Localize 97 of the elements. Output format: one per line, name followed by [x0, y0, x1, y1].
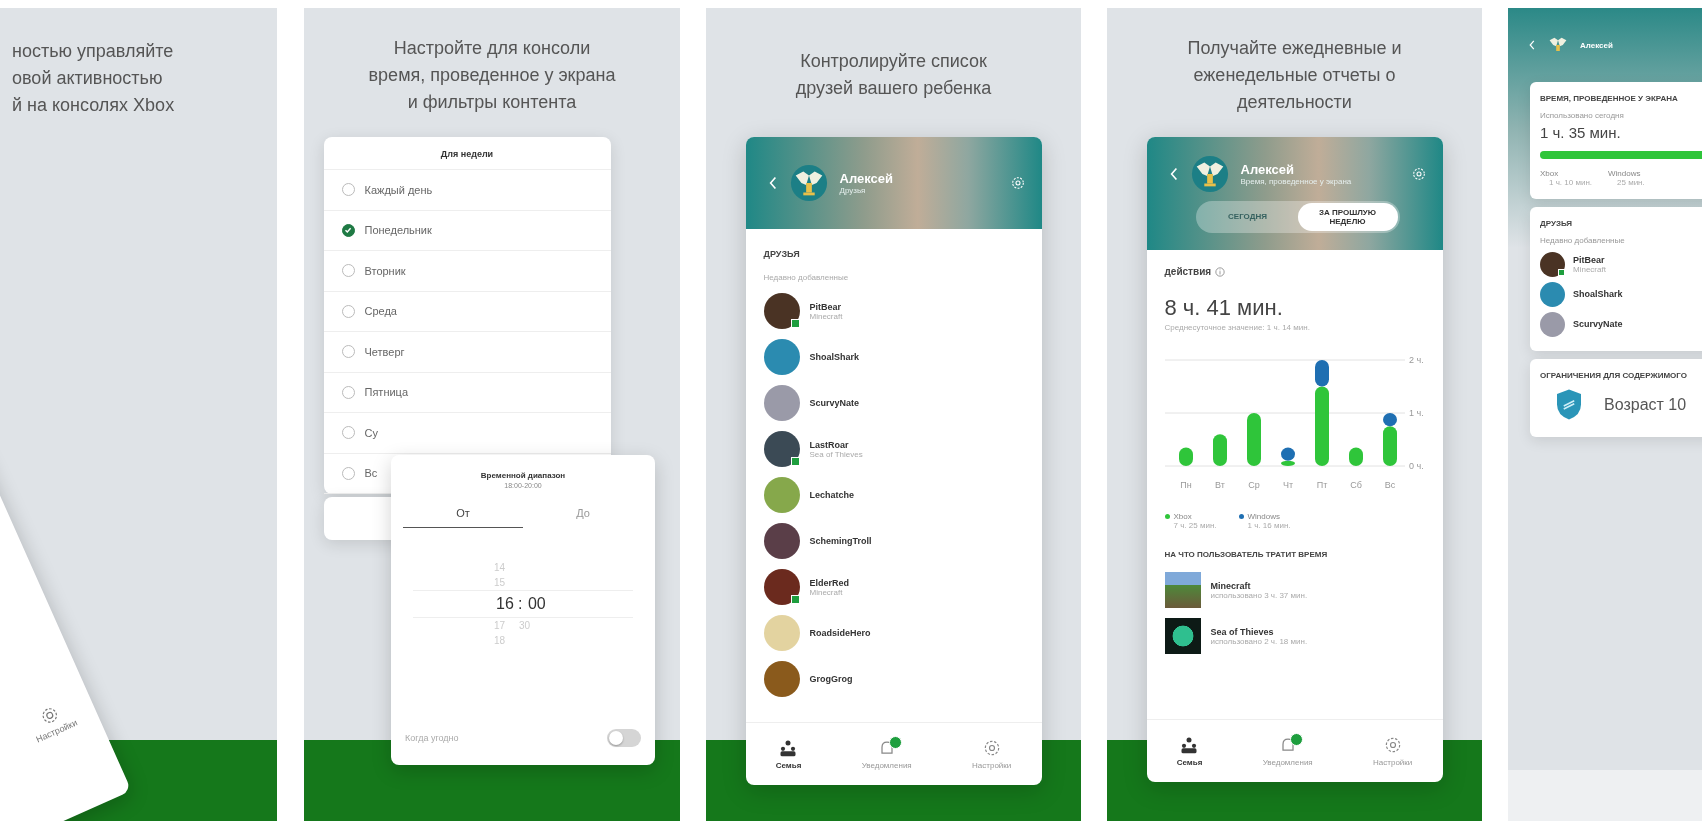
profile-subtitle: Время, проведенное у экрана — [1240, 176, 1353, 186]
friend-item[interactable]: RoadsideHero — [763, 610, 1024, 656]
day-option[interactable]: Четверг — [323, 332, 611, 373]
emblem-icon — [789, 164, 828, 202]
avatar — [1540, 251, 1565, 277]
axis-label: Пт — [1316, 480, 1327, 490]
card-title: ВРЕМЯ, ПРОВЕДЕННОЕ У ЭКРАНА — [1540, 94, 1679, 103]
legend-time: 1 ч. 16 мин. — [1246, 521, 1291, 530]
axis-label: 0 ч. — [1408, 461, 1424, 471]
day-option[interactable]: Вторник — [323, 251, 611, 292]
profile-name: Алексей — [839, 171, 894, 186]
time-used: 1 ч. 35 мин. — [1540, 124, 1622, 141]
avatar — [763, 339, 800, 375]
total-time: 8 ч. 41 мин. — [1164, 295, 1284, 321]
profile-subtitle: Друзья — [839, 186, 867, 195]
axis-label: Сб — [1349, 480, 1362, 490]
friend-item[interactable]: LastRoar Sea of Thieves — [763, 426, 1024, 472]
people-icon — [778, 738, 799, 758]
toggle-label: Когда угодно — [405, 733, 459, 743]
section-subheading: Недавно добавленные — [763, 273, 850, 282]
legend-time: 7 ч. 25 мин. — [1172, 521, 1217, 530]
card-title: ОГРАНИЧЕНИЯ ДЛЯ СОДЕРЖИМОГО — [1540, 371, 1688, 380]
promo-caption: ностью управляйте овой активностью й на консолях Xbox — [11, 40, 175, 117]
emblem-icon — [1190, 154, 1229, 193]
period-tab[interactable]: ЗА ПРОШЛУЮ НЕДЕЛЮ — [1297, 202, 1398, 231]
friend-item[interactable]: SchemingTroll — [763, 518, 1024, 564]
friend-item[interactable]: ScurvyNate — [1540, 309, 1702, 339]
toggle-switch[interactable] — [607, 729, 641, 747]
time-option[interactable]: 16 : 00 — [413, 590, 633, 618]
day-option[interactable]: Среда — [323, 291, 611, 332]
back-icon[interactable] — [767, 175, 778, 191]
game-thumbnail — [1164, 618, 1201, 654]
day-option[interactable]: Су — [323, 413, 611, 454]
back-icon[interactable] — [1168, 165, 1179, 182]
promo-caption: Получайте ежедневные и еженедельные отчеты о деятельности — [1187, 36, 1402, 114]
day-option[interactable]: Понедельник — [323, 210, 611, 251]
friend-item[interactable]: ShoalShark — [1540, 279, 1702, 309]
info-icon[interactable] — [1215, 266, 1226, 277]
axis-label: 1 ч. — [1408, 408, 1424, 418]
shield-icon — [1554, 388, 1584, 421]
friend-item[interactable]: PitBear Minecraft — [1540, 249, 1702, 279]
avatar — [763, 523, 800, 559]
axis-label: 2 ч. — [1408, 355, 1424, 365]
nav-tab[interactable]: Семья — [1176, 735, 1203, 767]
axis-label: Вс — [1384, 480, 1395, 490]
friend-item[interactable]: PitBear Minecraft — [763, 288, 1024, 334]
app-item[interactable]: Sea of Thieves использовано 2 ч. 18 мин. — [1164, 613, 1425, 659]
avatar — [763, 293, 800, 329]
day-option[interactable]: Пятница — [323, 372, 611, 413]
promo-caption: Контролируйте список друзей вашего ребенка — [795, 50, 992, 100]
radio-button[interactable] — [341, 223, 355, 237]
promo-caption: Настройте для консоли время, проведенное у экрана и фильтры контента — [368, 36, 616, 114]
friend-item[interactable]: ElderRed Minecraft — [763, 564, 1024, 610]
range-tab[interactable]: От — [403, 503, 523, 528]
avatar — [763, 431, 800, 467]
game-thumbnail — [1164, 572, 1201, 608]
legend-label: Windows — [1608, 169, 1642, 178]
friend-item[interactable]: ScurvyNate — [763, 380, 1024, 426]
settings-icon[interactable] — [1009, 175, 1026, 191]
section-heading: НА ЧТО ПОЛЬЗОВАТЕЛЬ ТРАТИТ ВРЕМЯ — [1164, 550, 1329, 559]
age-rating: Возраст 10 — [1604, 395, 1687, 414]
card-subtitle: Недавно добавленные — [1540, 236, 1626, 245]
avatar — [763, 569, 800, 605]
legend-time: 1 ч. 10 мин. — [1548, 178, 1592, 187]
average-time: Среднесуточное значение: 1 ч. 14 мин. — [1164, 323, 1311, 332]
legend-time: 25 мин. — [1616, 178, 1645, 187]
friend-item[interactable]: GrogGrog — [763, 656, 1024, 702]
people-icon — [1179, 735, 1200, 755]
legend-label: Xbox — [1173, 512, 1192, 521]
section-heading: действия — [1164, 266, 1212, 277]
avatar — [1540, 311, 1565, 337]
axis-label: Чт — [1282, 480, 1293, 490]
card-title: Для недели — [323, 137, 611, 170]
check-icon — [343, 225, 353, 236]
avatar — [763, 477, 800, 513]
legend-label: Xbox — [1540, 169, 1560, 178]
profile-name: Алексей — [1580, 40, 1613, 50]
axis-label: Вт — [1214, 480, 1225, 490]
axis-label: Ср — [1247, 480, 1260, 490]
avatar — [1540, 281, 1565, 307]
card-title: ДРУЗЬЯ — [1540, 219, 1574, 228]
avatar — [763, 661, 800, 697]
card-subtitle: Использовано сегодня — [1540, 111, 1625, 120]
dialog-title: Временной диапазон — [480, 471, 566, 480]
axis-label: Пн — [1179, 480, 1192, 490]
settings-icon[interactable] — [1410, 165, 1427, 182]
section-heading: ДРУЗЬЯ — [763, 249, 801, 259]
profile-name: Алексей — [1240, 161, 1295, 177]
day-option[interactable]: Каждый день — [323, 170, 611, 211]
avatar — [763, 385, 800, 421]
nav-tab[interactable]: Семья — [775, 738, 802, 770]
app-item[interactable]: Minecraft использовано 3 ч. 37 мин. — [1164, 567, 1425, 613]
back-icon[interactable] — [1528, 39, 1536, 51]
friend-item[interactable]: ShoalShark — [763, 334, 1024, 380]
friend-item[interactable]: Lechatche — [763, 472, 1024, 518]
avatar — [763, 615, 800, 651]
legend-label: Windows — [1247, 512, 1280, 521]
